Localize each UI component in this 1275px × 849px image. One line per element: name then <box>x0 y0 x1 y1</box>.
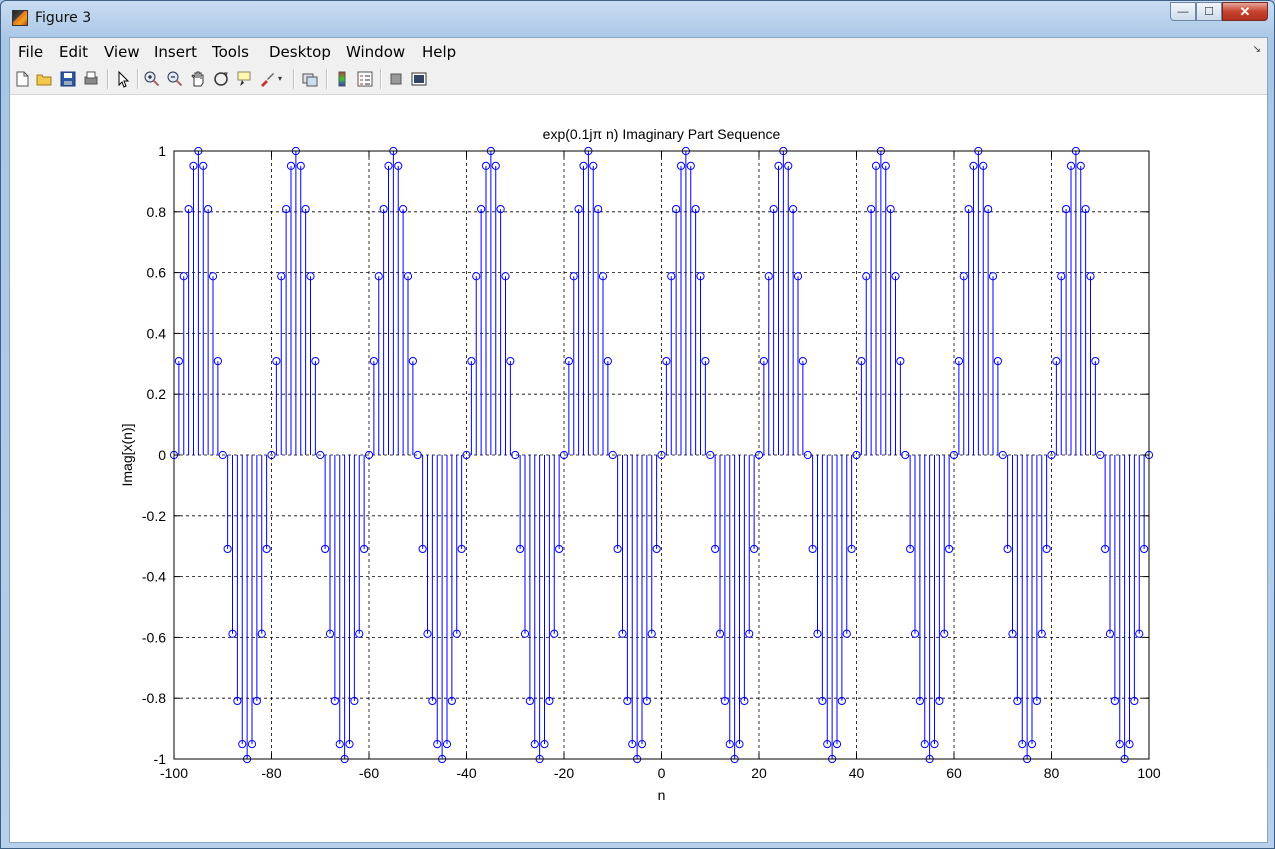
zoom-out-icon[interactable] <box>166 70 184 88</box>
y-tick-label: -0.8 <box>142 690 166 706</box>
x-tick-label: 0 <box>658 765 666 781</box>
y-axis-label: Imag[x(n)] <box>119 423 135 486</box>
x-tick-label: -20 <box>554 765 574 781</box>
figure-window: Figure 3 — ☐ ✕ File Edit View Insert Too… <box>0 0 1275 849</box>
matlab-icon <box>12 10 28 26</box>
figure-canvas: -100 -80 -60 -40 -20 0 20 40 60 80 100 -1 -0.8 -0.6 -0… <box>10 95 1267 842</box>
hide-plot-tools-icon[interactable] <box>387 70 405 88</box>
x-tick-label: -100 <box>160 765 188 781</box>
menu-help[interactable]: Help <box>422 43 456 61</box>
menu-edit[interactable]: Edit <box>59 43 88 61</box>
close-button[interactable]: ✕ <box>1222 2 1268 21</box>
x-tick-label: -80 <box>261 765 281 781</box>
y-tick-label: -0.4 <box>142 569 166 585</box>
x-tick-label: 20 <box>751 765 767 781</box>
menu-file[interactable]: File <box>18 43 43 61</box>
x-tick-label: 80 <box>1044 765 1060 781</box>
x-tick-label: -40 <box>456 765 476 781</box>
data-cursor-icon[interactable] <box>235 70 253 88</box>
x-tick-label: -60 <box>359 765 379 781</box>
minimize-button[interactable]: — <box>1170 2 1196 21</box>
menu-view[interactable]: View <box>104 43 140 61</box>
maximize-button[interactable]: ☐ <box>1196 2 1222 21</box>
y-tick-label: 0.8 <box>147 204 167 220</box>
brush-icon[interactable] <box>258 70 276 88</box>
save-icon[interactable] <box>59 70 77 88</box>
y-tick-label: -1 <box>154 751 167 767</box>
y-tick-label: 1 <box>158 143 166 159</box>
pointer-icon[interactable] <box>114 70 132 88</box>
open-file-icon[interactable] <box>35 70 53 88</box>
y-tick-label: -0.2 <box>142 508 166 524</box>
window-title: Figure 3 <box>35 10 92 26</box>
zoom-in-icon[interactable] <box>143 70 161 88</box>
y-tick-label: 0.2 <box>147 386 167 402</box>
x-tick-label: 40 <box>849 765 865 781</box>
menu-bar: File Edit View Insert Tools Desktop Wind… <box>10 38 1267 64</box>
menu-window[interactable]: Window <box>346 43 405 61</box>
x-axis-label: n <box>658 787 666 803</box>
y-tick-label: 0.6 <box>147 265 167 281</box>
rotate-3d-icon[interactable] <box>212 70 230 88</box>
dock-arrow-icon[interactable]: ↘ <box>1253 44 1261 55</box>
menu-insert[interactable]: Insert <box>154 43 197 61</box>
menu-desktop[interactable]: Desktop <box>269 43 331 61</box>
link-icon[interactable] <box>301 70 319 88</box>
show-plot-tools-icon[interactable] <box>410 70 428 88</box>
x-tick-label: 100 <box>1137 765 1161 781</box>
stem-plot[interactable]: -100 -80 -60 -40 -20 0 20 40 60 80 100 -1 -0.8 -0.6 -0… <box>10 95 1267 842</box>
new-figure-icon[interactable] <box>13 70 31 88</box>
pan-icon[interactable] <box>189 70 207 88</box>
brush-dropdown-icon[interactable]: ▾ <box>275 70 285 88</box>
legend-icon[interactable] <box>356 70 374 88</box>
x-tick-label: 60 <box>946 765 962 781</box>
figure-client-area: File Edit View Insert Tools Desktop Wind… <box>9 37 1268 843</box>
figure-toolbar: ▾ <box>10 64 1267 95</box>
title-bar[interactable]: Figure 3 — ☐ ✕ <box>1 1 1274 37</box>
y-tick-label: -0.6 <box>142 629 166 645</box>
y-tick-label: 0 <box>158 447 166 463</box>
y-tick-label: 0.4 <box>147 325 167 341</box>
print-icon[interactable] <box>82 70 100 88</box>
colorbar-icon[interactable] <box>333 70 351 88</box>
chart-title: exp(0.1jπ n) Imaginary Part Sequence <box>543 126 781 142</box>
menu-tools[interactable]: Tools <box>212 43 249 61</box>
